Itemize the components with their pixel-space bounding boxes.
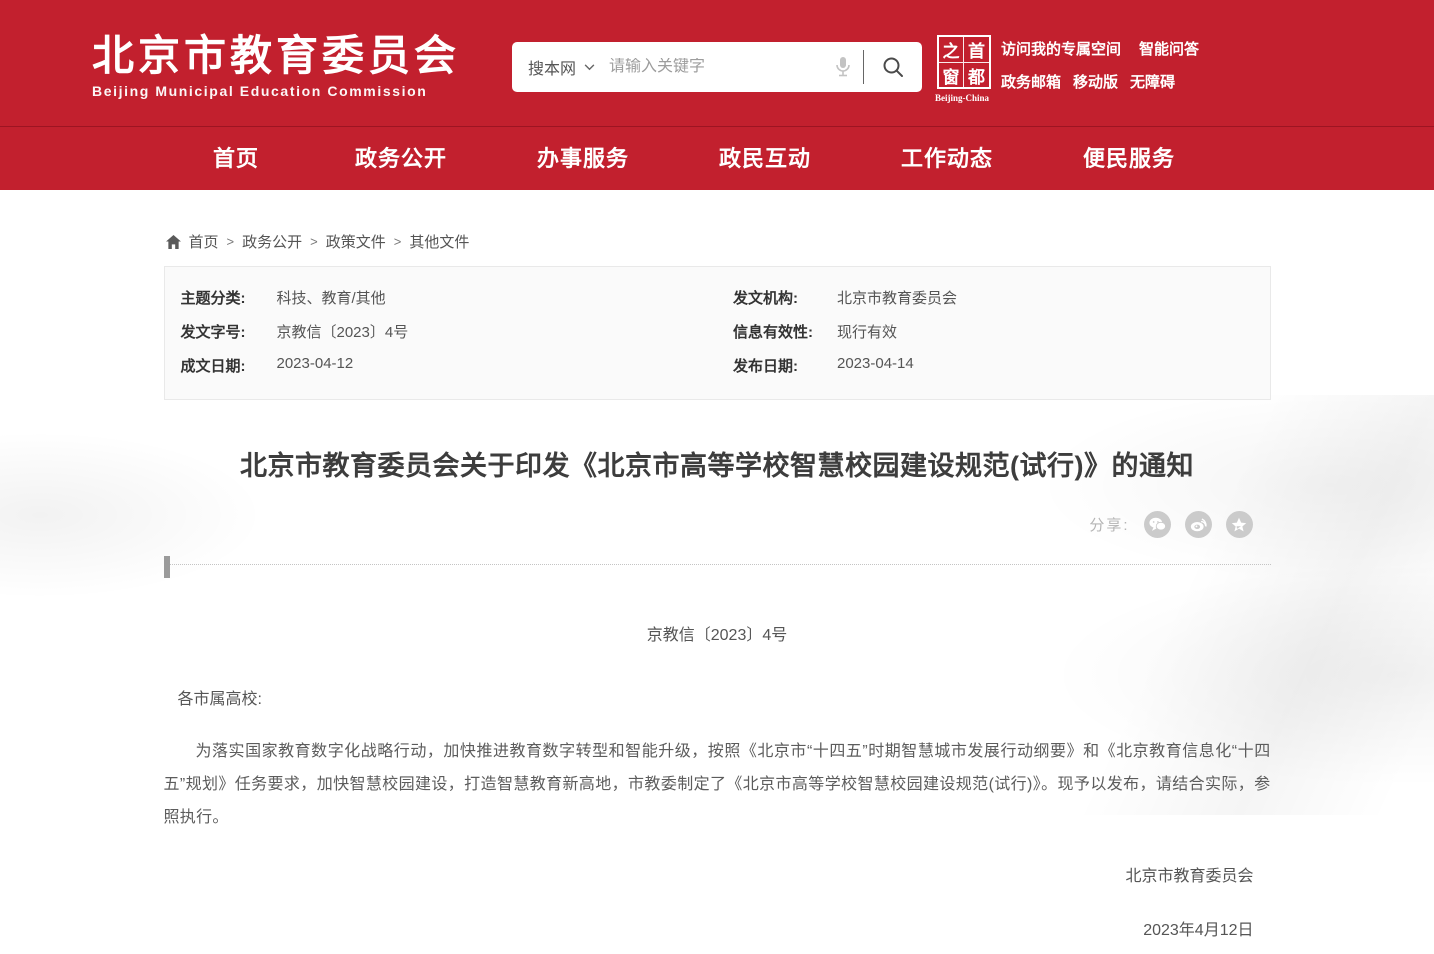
meta-label: 发布日期: — [733, 355, 837, 376]
meta-label: 主题分类: — [181, 287, 277, 308]
home-icon — [166, 235, 181, 249]
microphone-icon[interactable] — [831, 56, 863, 78]
breadcrumb-other-docs[interactable]: 其他文件 — [409, 231, 469, 252]
portal-logo-char: 都 — [964, 63, 989, 88]
meta-row-written-date: 成文日期: 2023-04-12 — [165, 349, 718, 383]
search-input[interactable] — [609, 58, 831, 76]
site-header: 北京市教育委员会 Beijing Municipal Education Com… — [0, 0, 1434, 126]
qzone-star-icon — [1231, 517, 1247, 533]
breadcrumb-home[interactable]: 首页 — [189, 231, 219, 252]
site-title-en: Beijing Municipal Education Commission — [92, 83, 460, 99]
main-nav: 首页 政务公开 办事服务 政民互动 工作动态 便民服务 — [0, 126, 1434, 190]
salutation: 各市属高校: — [178, 685, 1271, 709]
nav-item-gov-affairs[interactable]: 政务公开 — [310, 127, 492, 191]
search-button[interactable] — [864, 42, 922, 92]
signature-date: 2023年4月12日 — [164, 916, 1254, 954]
portal-logo-char: 之 — [939, 37, 964, 63]
section-divider — [164, 556, 1271, 578]
nav-item-convenience[interactable]: 便民服务 — [1038, 127, 1220, 191]
meta-label: 成文日期: — [181, 355, 277, 376]
meta-row-publish-date: 发布日期: 2023-04-14 — [717, 349, 1270, 383]
site-logo[interactable]: 北京市教育委员会 Beijing Municipal Education Com… — [92, 33, 460, 99]
meta-value: 2023-04-14 — [837, 355, 914, 376]
nav-item-work-updates[interactable]: 工作动态 — [856, 127, 1038, 191]
document-meta-box: 主题分类: 科技、教育/其他 发文字号: 京教信〔2023〕4号 成文日期: 2… — [164, 266, 1271, 400]
shoudu-zhichuang-logo[interactable]: 之 首 窗 都 Beijing-China — [937, 35, 991, 89]
share-label: 分享: — [1089, 514, 1129, 535]
nav-item-interaction[interactable]: 政民互动 — [674, 127, 856, 191]
meta-row-topic: 主题分类: 科技、教育/其他 — [165, 281, 718, 315]
share-wechat-button[interactable] — [1144, 511, 1171, 538]
meta-label: 发文字号: — [181, 321, 277, 342]
search-scope-dropdown[interactable]: 搜本网 — [512, 55, 609, 79]
breadcrumb-separator: > — [394, 234, 402, 249]
share-weibo-button[interactable] — [1185, 511, 1212, 538]
portal-logo-char: 窗 — [939, 63, 964, 88]
search-box: 搜本网 — [512, 42, 922, 92]
article-title: 北京市教育委员会关于印发《北京市高等学校智慧校园建设规范(试行)》的通知 — [164, 444, 1271, 483]
body-paragraph: 为落实国家教育数字化战略行动，加快推进教育数字转型和智能升级，按照《北京市“十四… — [164, 735, 1271, 834]
chevron-down-icon — [584, 64, 595, 71]
breadcrumb-gov-affairs[interactable]: 政务公开 — [242, 231, 302, 252]
weibo-icon — [1190, 517, 1207, 532]
meta-value: 现行有效 — [837, 321, 897, 342]
share-row: 分享: — [164, 511, 1253, 538]
wechat-icon — [1149, 517, 1166, 532]
share-qzone-button[interactable] — [1226, 511, 1253, 538]
search-scope-label: 搜本网 — [528, 55, 576, 79]
meta-label: 信息有效性: — [733, 321, 837, 342]
site-title-zh: 北京市教育委员会 — [92, 33, 460, 79]
portal-logo-caption: Beijing-China — [935, 93, 989, 103]
meta-row-issuing-agency: 发文机构: 北京市教育委员会 — [717, 281, 1270, 315]
search-icon — [881, 55, 905, 79]
meta-value: 科技、教育/其他 — [277, 287, 386, 308]
document-number: 京教信〔2023〕4号 — [164, 621, 1271, 645]
link-my-space[interactable]: 访问我的专属空间 — [1001, 38, 1121, 59]
nav-item-home[interactable]: 首页 — [162, 127, 310, 191]
breadcrumb-separator: > — [310, 234, 318, 249]
meta-label: 发文机构: — [733, 287, 837, 308]
link-mobile-version[interactable]: 移动版 — [1073, 71, 1118, 92]
meta-value: 京教信〔2023〕4号 — [277, 321, 409, 342]
breadcrumb-separator: > — [227, 234, 235, 249]
link-smart-qa[interactable]: 智能问答 — [1139, 38, 1199, 59]
link-gov-mailbox[interactable]: 政务邮箱 — [1001, 71, 1061, 92]
breadcrumb: 首页 > 政务公开 > 政策文件 > 其他文件 — [164, 190, 1271, 266]
portal-logo-char: 首 — [964, 37, 989, 63]
link-accessibility[interactable]: 无障碍 — [1130, 71, 1175, 92]
meta-value: 北京市教育委员会 — [837, 287, 957, 308]
nav-item-services[interactable]: 办事服务 — [492, 127, 674, 191]
meta-row-doc-number: 发文字号: 京教信〔2023〕4号 — [165, 315, 718, 349]
breadcrumb-policy-docs[interactable]: 政策文件 — [326, 231, 386, 252]
meta-row-validity: 信息有效性: 现行有效 — [717, 315, 1270, 349]
meta-value: 2023-04-12 — [277, 355, 354, 376]
